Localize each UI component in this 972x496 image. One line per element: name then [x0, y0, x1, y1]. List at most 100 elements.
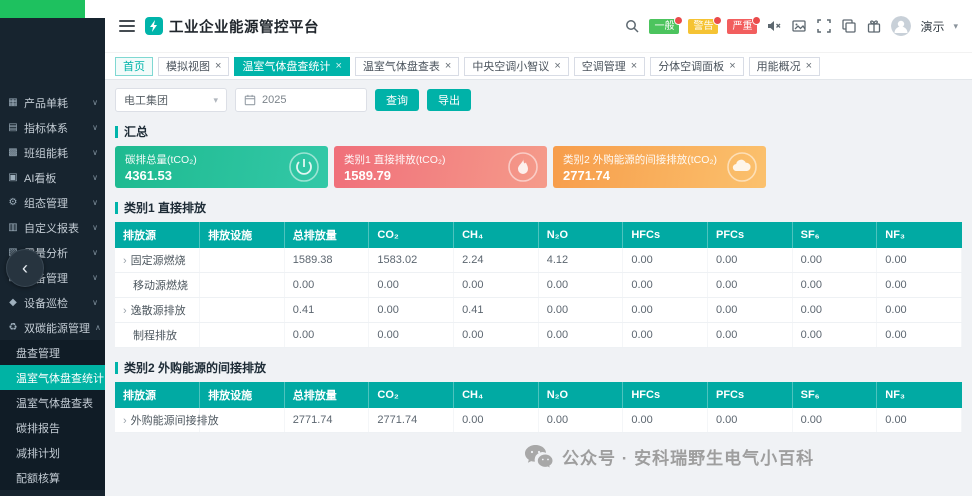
- cell: 0.00: [876, 248, 962, 273]
- sidebar-item-ai-dashboard[interactable]: ▣ AI看板 ∨: [0, 165, 105, 190]
- cell: 0.41: [453, 297, 539, 323]
- table-row[interactable]: › 逸散源排放 0.41 0.00 0.41 0.00 0.00 0.00 0.0…: [115, 297, 962, 323]
- cell: 2771.74: [284, 408, 370, 433]
- sidebar-item-custom-report[interactable]: ▥ 自定义报表 ∨: [0, 215, 105, 240]
- tab-energy-overview[interactable]: 用能概况 ×: [748, 56, 821, 76]
- sidebar-collapse-button[interactable]: ‹: [6, 249, 44, 287]
- alarm-badge-critical[interactable]: 严重: [727, 15, 762, 34]
- row-expand-icon[interactable]: ›: [123, 415, 127, 427]
- tab-ac-management[interactable]: 空调管理 ×: [573, 56, 646, 76]
- col-header: 排放源: [115, 222, 201, 248]
- main-content: 电工集团 ▾ 2025 查询 导出 汇总 碳排总量(tCO₂) 4361.53 …: [105, 80, 972, 496]
- header-actions: 一般 警告 严重 演示 ▾: [624, 15, 958, 36]
- table-row[interactable]: › 固定源燃烧 1589.38 1583.02 2.24 4.12 0.00 0.…: [115, 248, 962, 273]
- tab-split-ac-panel[interactable]: 分体空调面板 ×: [650, 56, 744, 76]
- image-icon[interactable]: [791, 18, 807, 34]
- col-header: SF₆: [792, 222, 878, 248]
- sidebar-item-team-energy[interactable]: ▩ 班组能耗 ∨: [0, 140, 105, 165]
- filter-row: 电工集团 ▾ 2025 查询 导出: [115, 88, 962, 112]
- cell: 0.00: [284, 272, 370, 298]
- tab-ghg-inventory-table[interactable]: 温室气体盘查表 ×: [354, 56, 460, 76]
- app-logo-icon: [145, 17, 163, 35]
- search-icon[interactable]: [624, 18, 640, 34]
- sidebar-item-dual-carbon-energy[interactable]: ♻ 双碳能源管理 ∧: [0, 315, 105, 340]
- cell: 0.00: [368, 322, 455, 348]
- chevron-down-icon: ∨: [92, 223, 98, 232]
- chevron-down-icon: ▾: [213, 94, 218, 105]
- gift-icon[interactable]: [866, 18, 882, 34]
- cell: 0.00: [538, 297, 624, 323]
- section-summary: 汇总: [115, 123, 962, 140]
- sidebar-item-label: 设备巡检: [24, 297, 68, 310]
- tab-close-icon[interactable]: ×: [631, 60, 637, 72]
- hamburger-icon[interactable]: [119, 20, 135, 32]
- col-header: CH₄: [453, 222, 539, 248]
- cell: 0.00: [453, 408, 539, 433]
- alarm-badge-general[interactable]: 一般: [649, 15, 684, 34]
- volume-mute-icon[interactable]: [766, 18, 782, 34]
- user-avatar[interactable]: [891, 16, 912, 36]
- user-name[interactable]: 演示: [920, 18, 944, 35]
- query-button[interactable]: 查询: [375, 89, 419, 111]
- card-indirect-emissions: 类别2 外购能源的间接排放(tCO₂) 2771.74: [553, 146, 766, 188]
- col-header: HFCs: [622, 222, 708, 248]
- sidebar-item-ghg-inventory-table[interactable]: 温室气体盘查表: [0, 390, 105, 415]
- table-row[interactable]: › 外购能源间接排放 2771.74 2771.74 0.00 0.00 0.00…: [115, 408, 962, 433]
- cell: 0.00: [876, 272, 962, 298]
- col-header: CO₂: [368, 222, 455, 248]
- table-header-row: 排放源 排放设施 总排放量 CO₂ CH₄ N₂O HFCs PFCs SF₆ …: [115, 222, 962, 248]
- sidebar-item-label: 配额核算: [16, 472, 60, 485]
- list-icon: ▤: [8, 122, 18, 133]
- alarm-badge-warning[interactable]: 警告: [688, 15, 723, 34]
- tab-label: 模拟视图: [166, 61, 210, 73]
- year-picker[interactable]: 2025: [235, 88, 367, 112]
- table-row[interactable]: 制程排放 0.00 0.00 0.00 0.00 0.00 0.00 0.00 …: [115, 322, 962, 348]
- sidebar-item-reduction-plan[interactable]: 减排计划: [0, 440, 105, 465]
- cell: 0.00: [284, 322, 370, 348]
- app-title: 工业企业能源管控平台: [169, 19, 319, 36]
- tab-simulation-view[interactable]: 模拟视图 ×: [158, 56, 230, 76]
- sidebar-item-label: 减排计划: [16, 447, 60, 460]
- sidebar-item-indicator-system[interactable]: ▤ 指标体系 ∨: [0, 115, 105, 140]
- sidebar-item-product-unit[interactable]: ▦ 产品单耗 ∨: [0, 90, 105, 115]
- indirect-emissions-table: 排放源 排放设施 总排放量 CO₂ CH₄ N₂O HFCs PFCs SF₆ …: [115, 382, 962, 433]
- cell: 0.00: [622, 248, 708, 273]
- org-select[interactable]: 电工集团 ▾: [115, 88, 227, 112]
- table-row[interactable]: 移动源燃烧 0.00 0.00 0.00 0.00 0.00 0.00 0.00…: [115, 272, 962, 298]
- export-button[interactable]: 导出: [427, 89, 471, 111]
- tab-central-ac[interactable]: 中央空调小智议 ×: [464, 56, 569, 76]
- col-header: 排放设施: [199, 222, 285, 248]
- tab-ghg-inventory-stats[interactable]: 温室气体盘查统计 ×: [234, 56, 350, 76]
- sidebar-item-quota-accounting[interactable]: 配额核算: [0, 465, 105, 490]
- tab-close-icon[interactable]: ×: [335, 60, 341, 72]
- tab-label: 中央空调小智议: [472, 61, 550, 73]
- col-header: 总排放量: [284, 222, 370, 248]
- sidebar-item-ghg-inventory-stats[interactable]: 温室气体盘查统计: [0, 365, 105, 390]
- sidebar-item-label: 产品单耗: [24, 97, 68, 110]
- sidebar-item-scada-config[interactable]: ⚙ 组态管理 ∨: [0, 190, 105, 215]
- tab-close-icon[interactable]: ×: [554, 60, 560, 72]
- sidebar-item-device-inspection[interactable]: ◆ 设备巡检 ∨: [0, 290, 105, 315]
- cell: 0.00: [792, 297, 878, 323]
- tab-home[interactable]: 首页: [115, 56, 153, 76]
- sidebar-item-label: 组态管理: [24, 197, 68, 210]
- top-strip-gap: [85, 0, 105, 18]
- cell: 0.00: [707, 408, 793, 433]
- tab-close-icon[interactable]: ×: [729, 60, 735, 72]
- col-header: NF₃: [876, 382, 962, 408]
- tab-close-icon[interactable]: ×: [215, 60, 221, 72]
- cell: [199, 297, 285, 323]
- board-icon: ▣: [8, 172, 18, 183]
- fullscreen-icon[interactable]: [816, 18, 832, 34]
- sidebar-item-carbon-report[interactable]: 碳排报告: [0, 415, 105, 440]
- copy-icon[interactable]: [841, 18, 857, 34]
- row-expand-icon[interactable]: ›: [123, 305, 127, 317]
- chevron-down-icon: ∨: [92, 98, 98, 107]
- row-label: 移动源燃烧: [133, 280, 188, 292]
- tab-close-icon[interactable]: ×: [445, 60, 451, 72]
- cell: 0.00: [707, 322, 793, 348]
- sidebar-item-inventory-management[interactable]: 盘查管理: [0, 340, 105, 365]
- sidebar-item-label: 自定义报表: [24, 222, 79, 235]
- tab-close-icon[interactable]: ×: [806, 60, 812, 72]
- row-expand-icon[interactable]: ›: [123, 255, 127, 267]
